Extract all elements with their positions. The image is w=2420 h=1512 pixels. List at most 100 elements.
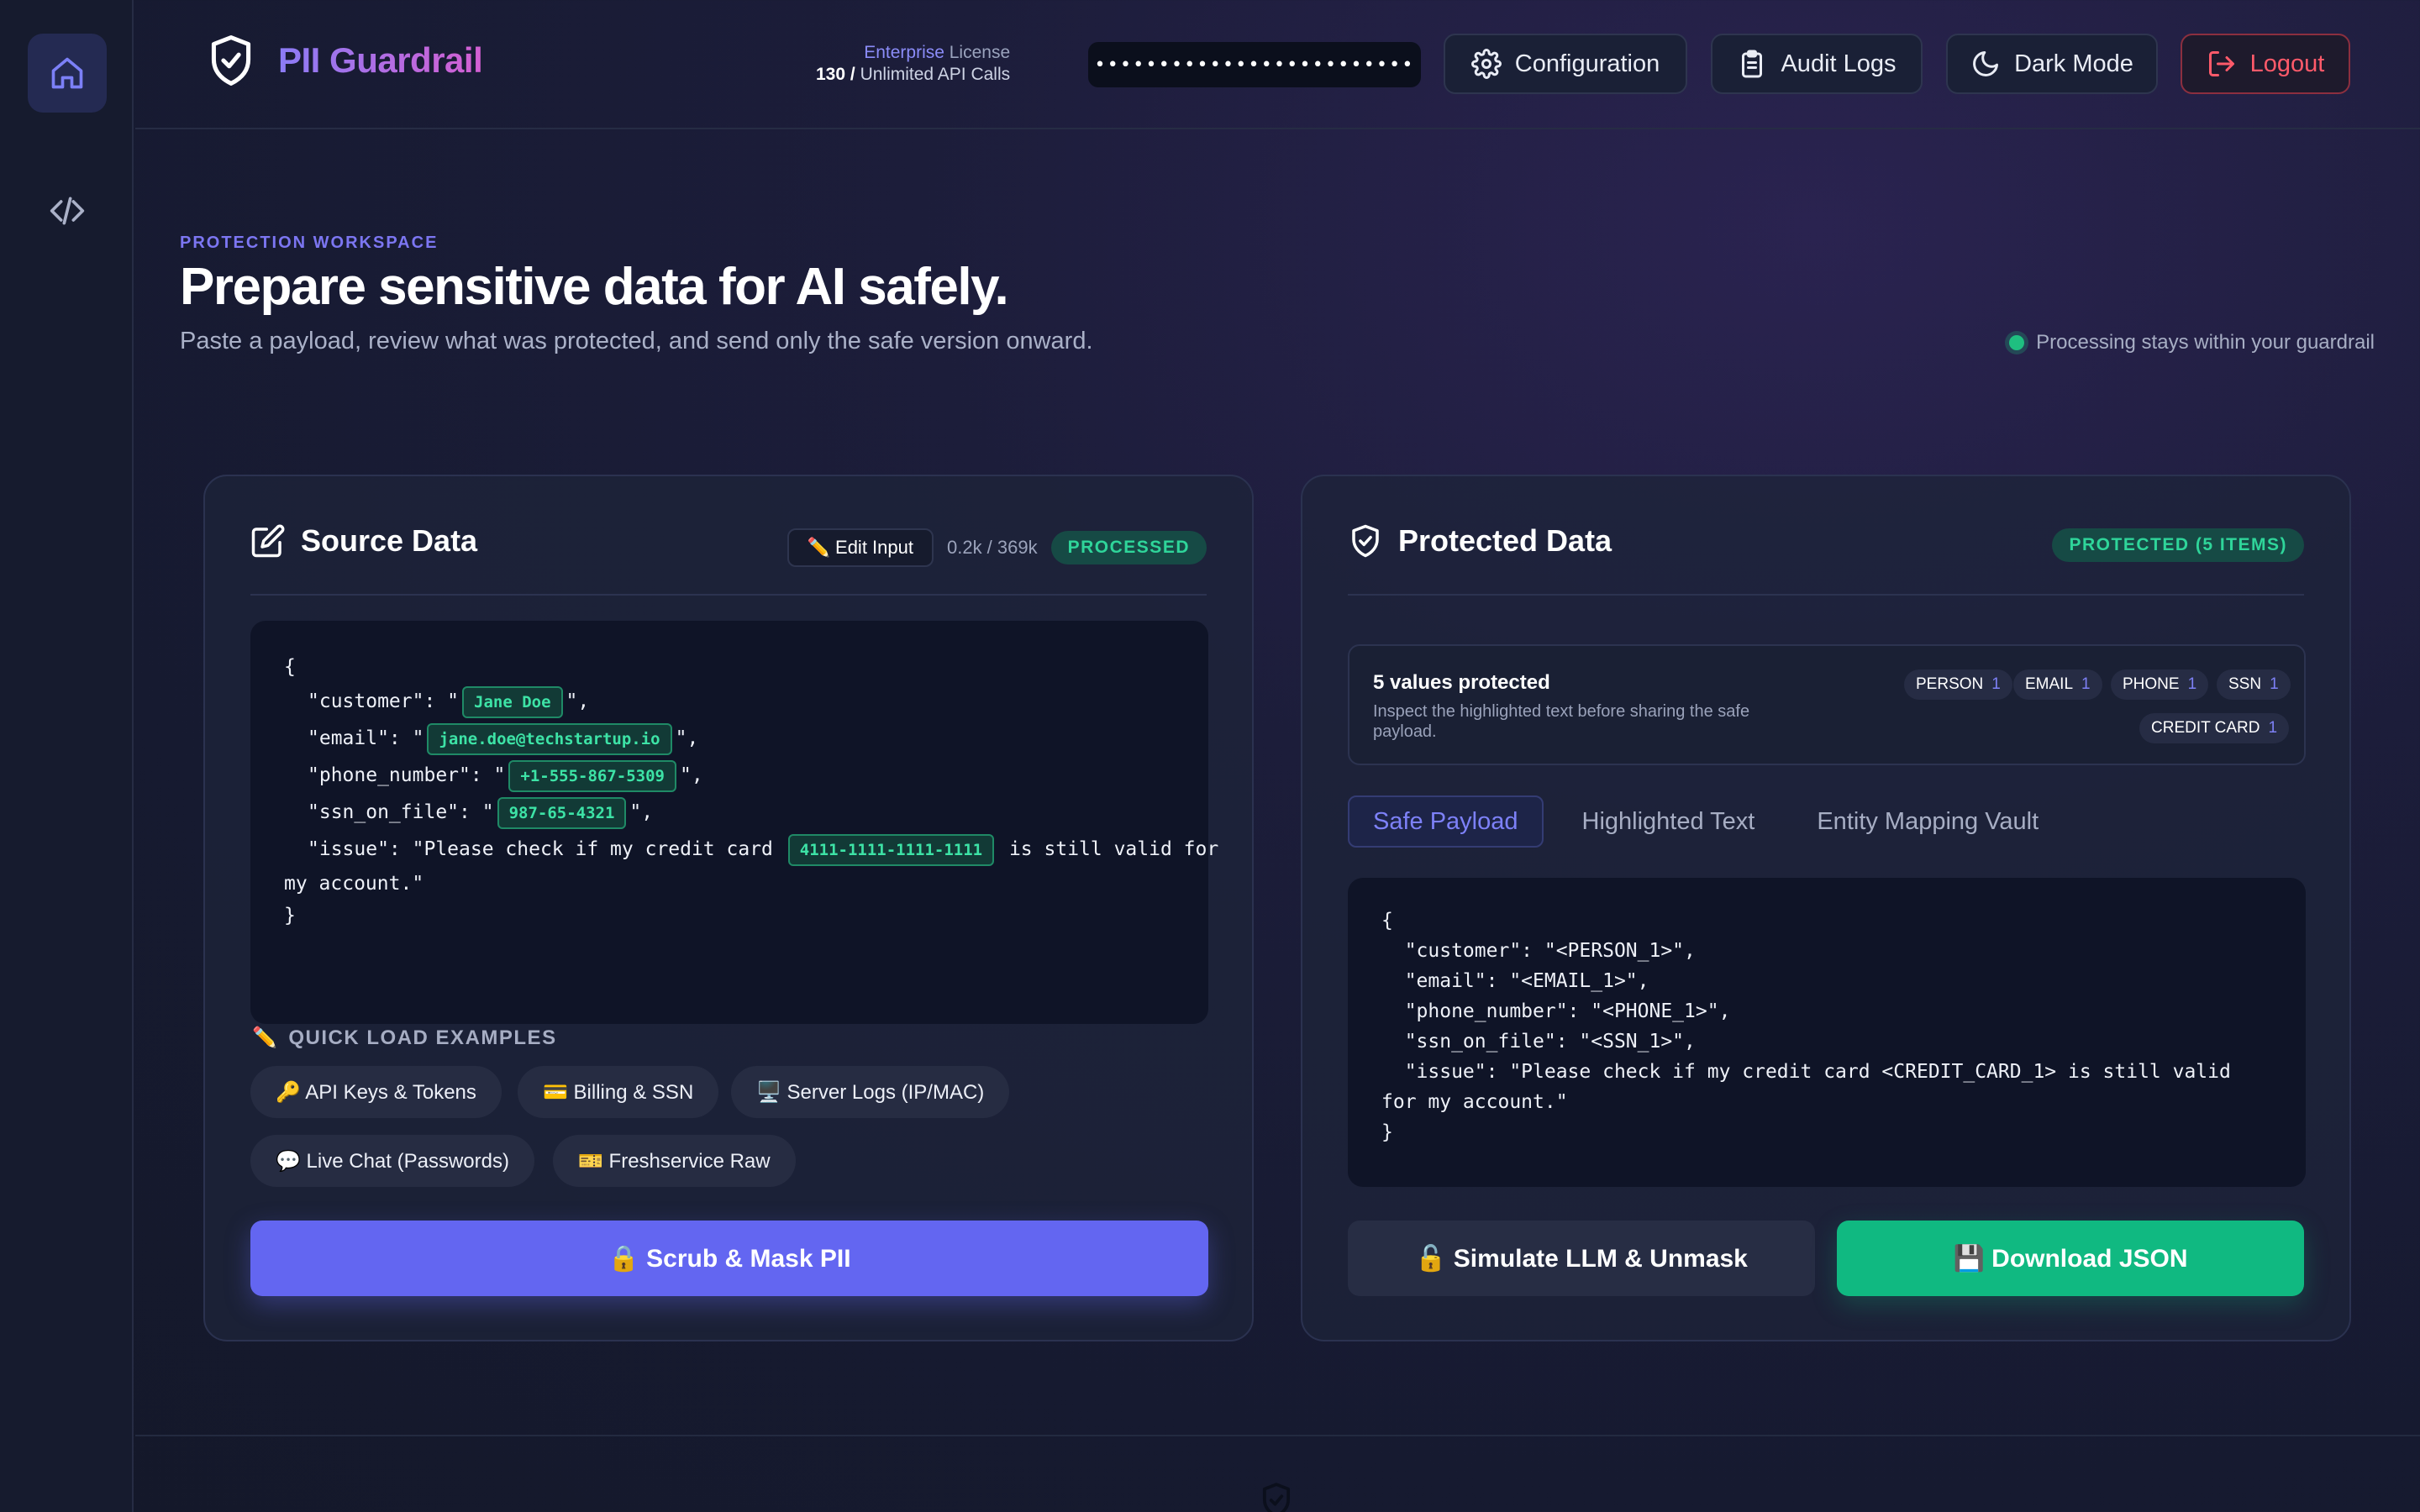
audit-logs-button[interactable]: Audit Logs	[1711, 34, 1923, 94]
entity-tag: PHONE 1	[2111, 669, 2209, 700]
shield-check-icon	[211, 35, 251, 86]
audit-logs-label: Audit Logs	[1781, 50, 1897, 77]
entity-tag: CREDIT CARD 1	[2139, 713, 2290, 743]
entity-label: SSN	[2228, 675, 2262, 693]
edit-input-button[interactable]: ✏️ Edit Input	[786, 528, 934, 567]
app-name: PII Guardrail	[278, 40, 483, 80]
payload-line: "phone_number": "<PHONE_1>",	[1381, 1000, 1731, 1022]
source-header-actions: ✏️ Edit Input 0.2k / 369k PROCESSED	[786, 528, 1207, 567]
example-live-chat[interactable]: 💬 Live Chat (Passwords)	[250, 1135, 534, 1187]
top-bar: PII Guardrail Enterprise License 130 / U…	[135, 0, 2420, 129]
logout-button[interactable]: Logout	[2181, 34, 2350, 94]
example-api-keys[interactable]: 🔑 API Keys & Tokens	[250, 1066, 502, 1118]
protected-title-label: Protected Data	[1398, 523, 1612, 558]
api-key-field[interactable]: •••••••••••••••••••••••••	[1088, 42, 1421, 87]
source-input-area[interactable]: { "customer": " Jane Doe ", "email": " jane…	[250, 621, 1218, 1024]
processing-status-label: Processing stays within your guardrail	[2036, 331, 2375, 354]
payload-line: {	[1381, 910, 1393, 932]
tab-safe-payload[interactable]: Safe Payload	[1348, 795, 1544, 848]
payload-line: "email": "<EMAIL_1>",	[1381, 970, 1649, 992]
payload-line: "issue": "Please check if my credit card…	[1381, 1061, 2231, 1083]
code-line: my account."	[284, 873, 424, 895]
pii-token-ssn: 987-65-4321	[497, 797, 627, 829]
entity-label: CREDIT CARD	[2151, 719, 2260, 737]
json-punct: ",	[675, 727, 699, 749]
json-punct: ",	[680, 764, 703, 786]
tab-entity-mapping-vault[interactable]: Entity Mapping Vault	[1793, 795, 2062, 848]
json-text: is still valid for	[1008, 838, 1219, 860]
payload-line: }	[1381, 1121, 1393, 1143]
json-key: "customer": "	[308, 690, 460, 712]
entity-tag: SSN 1	[2217, 669, 2291, 700]
summary-title: 5 values protected	[1373, 671, 1550, 694]
api-calls-separator: /	[845, 65, 860, 84]
code-icon	[50, 197, 85, 225]
entity-label: PHONE	[2123, 675, 2180, 693]
safe-payload-output[interactable]: { "customer": "<PERSON_1>", "email": "<E…	[1348, 878, 2306, 1187]
protected-badge: PROTECTED (5 ITEMS)	[2052, 528, 2304, 562]
example-billing-ssn[interactable]: 💳 Billing & SSN	[518, 1066, 719, 1118]
char-count: 0.2k / 369k	[946, 537, 1038, 558]
simulate-unmask-button[interactable]: 🔓 Simulate LLM & Unmask	[1348, 1221, 1815, 1296]
entity-count: 1	[2187, 675, 2197, 693]
workspace-eyebrow: PROTECTION WORKSPACE	[180, 234, 439, 252]
logout-label: Logout	[2249, 50, 2325, 77]
code-line: "phone_number": " +1-555-867-5309 ",	[308, 760, 703, 792]
scrub-mask-button[interactable]: 🔒 Scrub & Mask PII	[250, 1221, 1208, 1296]
example-server-logs[interactable]: 🖥️ Server Logs (IP/MAC)	[731, 1066, 1010, 1118]
entity-label: PERSON	[1916, 675, 1984, 693]
entity-tag: PERSON 1	[1904, 669, 2012, 700]
shield-check-icon	[1352, 524, 1379, 558]
moon-icon	[1973, 51, 1999, 76]
protection-summary: 5 values protected Inspect the highlight…	[1348, 644, 2306, 765]
brand[interactable]: PII Guardrail	[208, 34, 483, 87]
entity-count: 1	[2081, 675, 2091, 693]
entity-tag: EMAIL 1	[2013, 669, 2102, 700]
entity-count: 1	[2270, 675, 2279, 693]
configuration-button[interactable]: Configuration	[1444, 34, 1687, 94]
code-line: "issue": "Please check if my credit card…	[308, 834, 1218, 866]
json-key: "issue": "Please check if my credit card	[308, 838, 773, 860]
gear-icon	[1470, 49, 1502, 79]
example-freshservice[interactable]: 🎫 Freshservice Raw	[553, 1135, 796, 1187]
protected-card-header: Protected Data PROTECTED (5 ITEMS)	[1348, 523, 2304, 596]
entity-count: 1	[2268, 719, 2278, 737]
status-dot-icon	[2009, 335, 2025, 350]
code-line: "ssn_on_file": " 987-65-4321 ",	[308, 797, 653, 829]
output-tabs: Safe Payload Highlighted Text Entity Map…	[1348, 795, 2062, 848]
code-line: {	[284, 656, 296, 678]
clipboard-icon	[1742, 50, 1763, 78]
dark-mode-toggle[interactable]: Dark Mode	[1946, 34, 2158, 94]
shield-check-icon	[1262, 1483, 1291, 1512]
sidebar	[0, 0, 134, 1512]
source-data-card: Source Data ✏️ Edit Input 0.2k / 369k PR…	[203, 475, 1254, 1341]
quick-load-text: QUICK LOAD EXAMPLES	[288, 1026, 557, 1049]
pii-token-email: jane.doe@techstartup.io	[427, 723, 672, 755]
pii-token-credit-card: 4111-1111-1111-1111	[787, 834, 995, 866]
code-nav-button[interactable]	[28, 171, 107, 250]
tab-highlighted-text[interactable]: Highlighted Text	[1559, 795, 1779, 848]
license-info: Enterprise License 130 / Unlimited API C…	[816, 42, 1010, 86]
home-icon	[51, 57, 83, 89]
pii-token-phone: +1-555-867-5309	[508, 760, 676, 792]
api-calls-limit: Unlimited	[860, 65, 934, 84]
api-calls-label: API Calls	[934, 65, 1011, 84]
processed-badge: PROCESSED	[1050, 531, 1207, 564]
payload-line: "ssn_on_file": "<SSN_1>",	[1381, 1031, 1696, 1053]
json-punct: ",	[566, 690, 590, 712]
summary-description: Inspect the highlighted text before shar…	[1373, 702, 1750, 741]
home-nav-button[interactable]	[28, 34, 107, 113]
footer-divider	[135, 1435, 2420, 1436]
json-key: "email": "	[308, 727, 424, 749]
payload-line: "customer": "<PERSON_1>",	[1381, 940, 1696, 962]
processing-status: Processing stays within your guardrail	[2009, 331, 2375, 354]
pencil-icon: ✏️	[252, 1026, 279, 1049]
entity-count: 1	[1991, 675, 2001, 693]
code-line: "customer": " Jane Doe ",	[308, 686, 589, 718]
protected-data-card: Protected Data PROTECTED (5 ITEMS) 5 val…	[1301, 475, 2351, 1341]
license-suffix: License	[944, 43, 1011, 62]
code-line: "email": " jane.doe@techstartup.io ",	[308, 723, 698, 755]
license-tier: Enterprise	[864, 43, 944, 62]
download-json-button[interactable]: 💾 Download JSON	[1837, 1221, 2304, 1296]
page-title: Prepare sensitive data for AI safely.	[180, 258, 1009, 316]
